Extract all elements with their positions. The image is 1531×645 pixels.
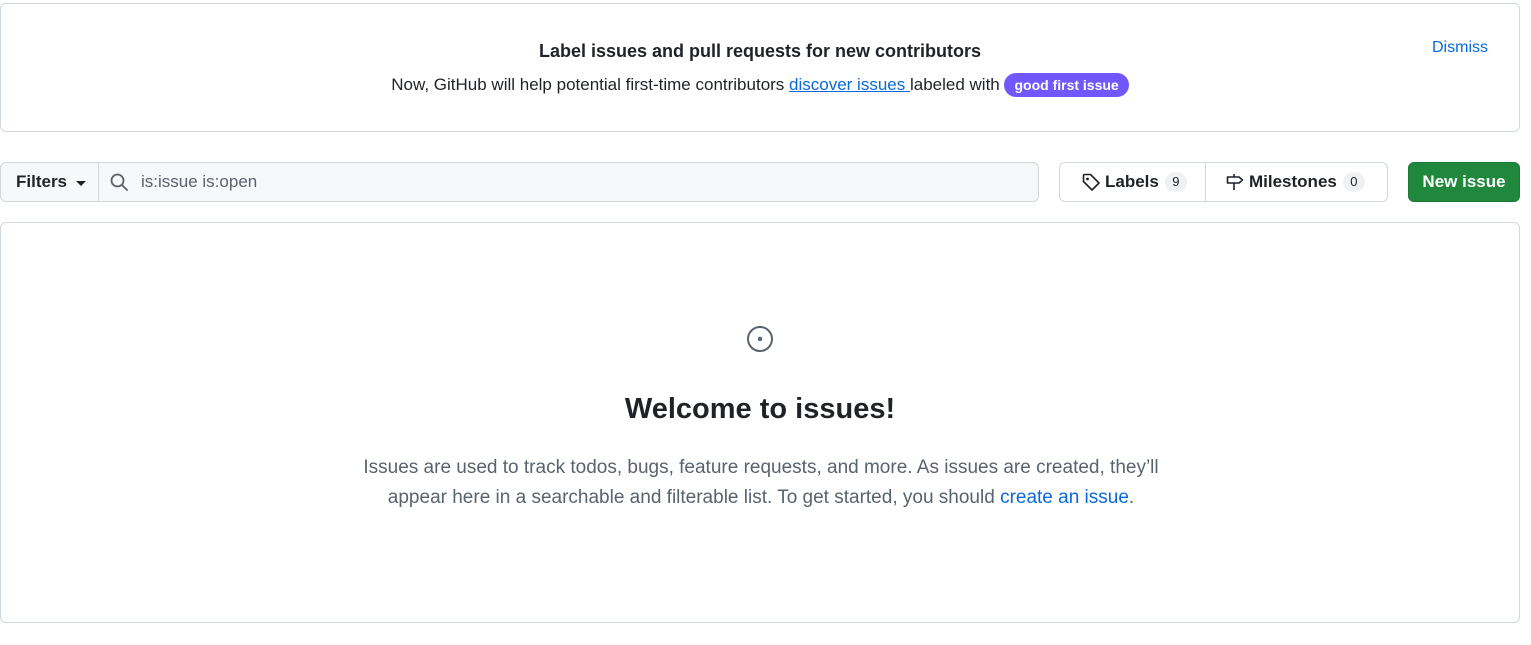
create-issue-link[interactable]: create an issue <box>1000 487 1129 508</box>
dismiss-button[interactable]: Dismiss <box>1432 39 1488 57</box>
caret-down-icon <box>76 180 87 186</box>
search-input[interactable] <box>139 171 1019 193</box>
banner-title: Label issues and pull requests for new c… <box>538 41 982 61</box>
banner-text-after: labeled with <box>909 75 1005 94</box>
blankslate-description: Issues are used to track todos, bugs, fe… <box>341 453 1181 513</box>
labels-label: Labels <box>1105 172 1159 191</box>
labels-milestones-nav: Labels 9 Milestones 0 <box>1059 162 1388 202</box>
milestones-button[interactable]: Milestones 0 <box>1206 163 1387 201</box>
tag-icon <box>1081 172 1101 192</box>
discover-issues-link[interactable]: discover issues <box>789 75 910 94</box>
labels-count: 9 <box>1164 172 1187 192</box>
contributors-banner: Label issues and pull requests for new c… <box>0 3 1520 132</box>
labels-button[interactable]: Labels 9 <box>1060 163 1206 201</box>
filter-search-group: Filters <box>0 162 1039 202</box>
filters-button[interactable]: Filters <box>0 162 99 202</box>
blankslate-desc-line1: Issues are used to track todos, bugs, fe… <box>363 457 1159 478</box>
new-issue-button[interactable]: New issue <box>1408 162 1520 202</box>
good-first-issue-label[interactable]: good first issue <box>1004 72 1129 97</box>
search-box[interactable] <box>99 162 1039 202</box>
filters-label: Filters <box>16 172 68 191</box>
milestones-label: Milestones <box>1249 172 1337 191</box>
issue-opened-icon <box>746 325 774 353</box>
blankslate-desc-line2: appear here in a searchable and filterab… <box>387 487 1001 508</box>
issues-blankslate: Welcome to issues! Issues are used to tr… <box>0 222 1520 623</box>
blankslate-title: Welcome to issues! <box>624 393 896 425</box>
blankslate-period: . <box>1128 487 1135 508</box>
milestone-icon <box>1225 172 1245 192</box>
banner-text: Now, GitHub will help potential first-ti… <box>1 72 1519 98</box>
search-icon <box>109 172 129 192</box>
banner-text-before: Now, GitHub will help potential first-ti… <box>391 75 790 94</box>
milestones-count: 0 <box>1342 172 1365 192</box>
